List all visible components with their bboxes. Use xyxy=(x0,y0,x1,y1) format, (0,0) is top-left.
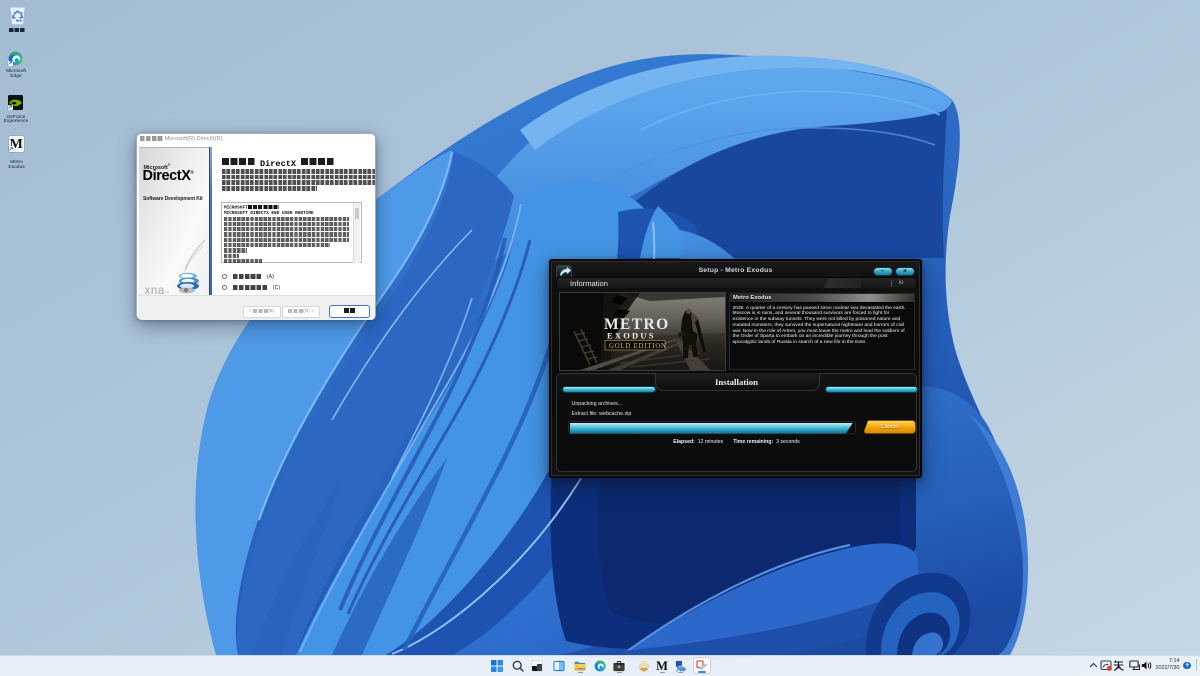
svg-text:GOLD EDITION: GOLD EDITION xyxy=(609,342,667,349)
svg-text:EXODUS: EXODUS xyxy=(607,330,656,340)
